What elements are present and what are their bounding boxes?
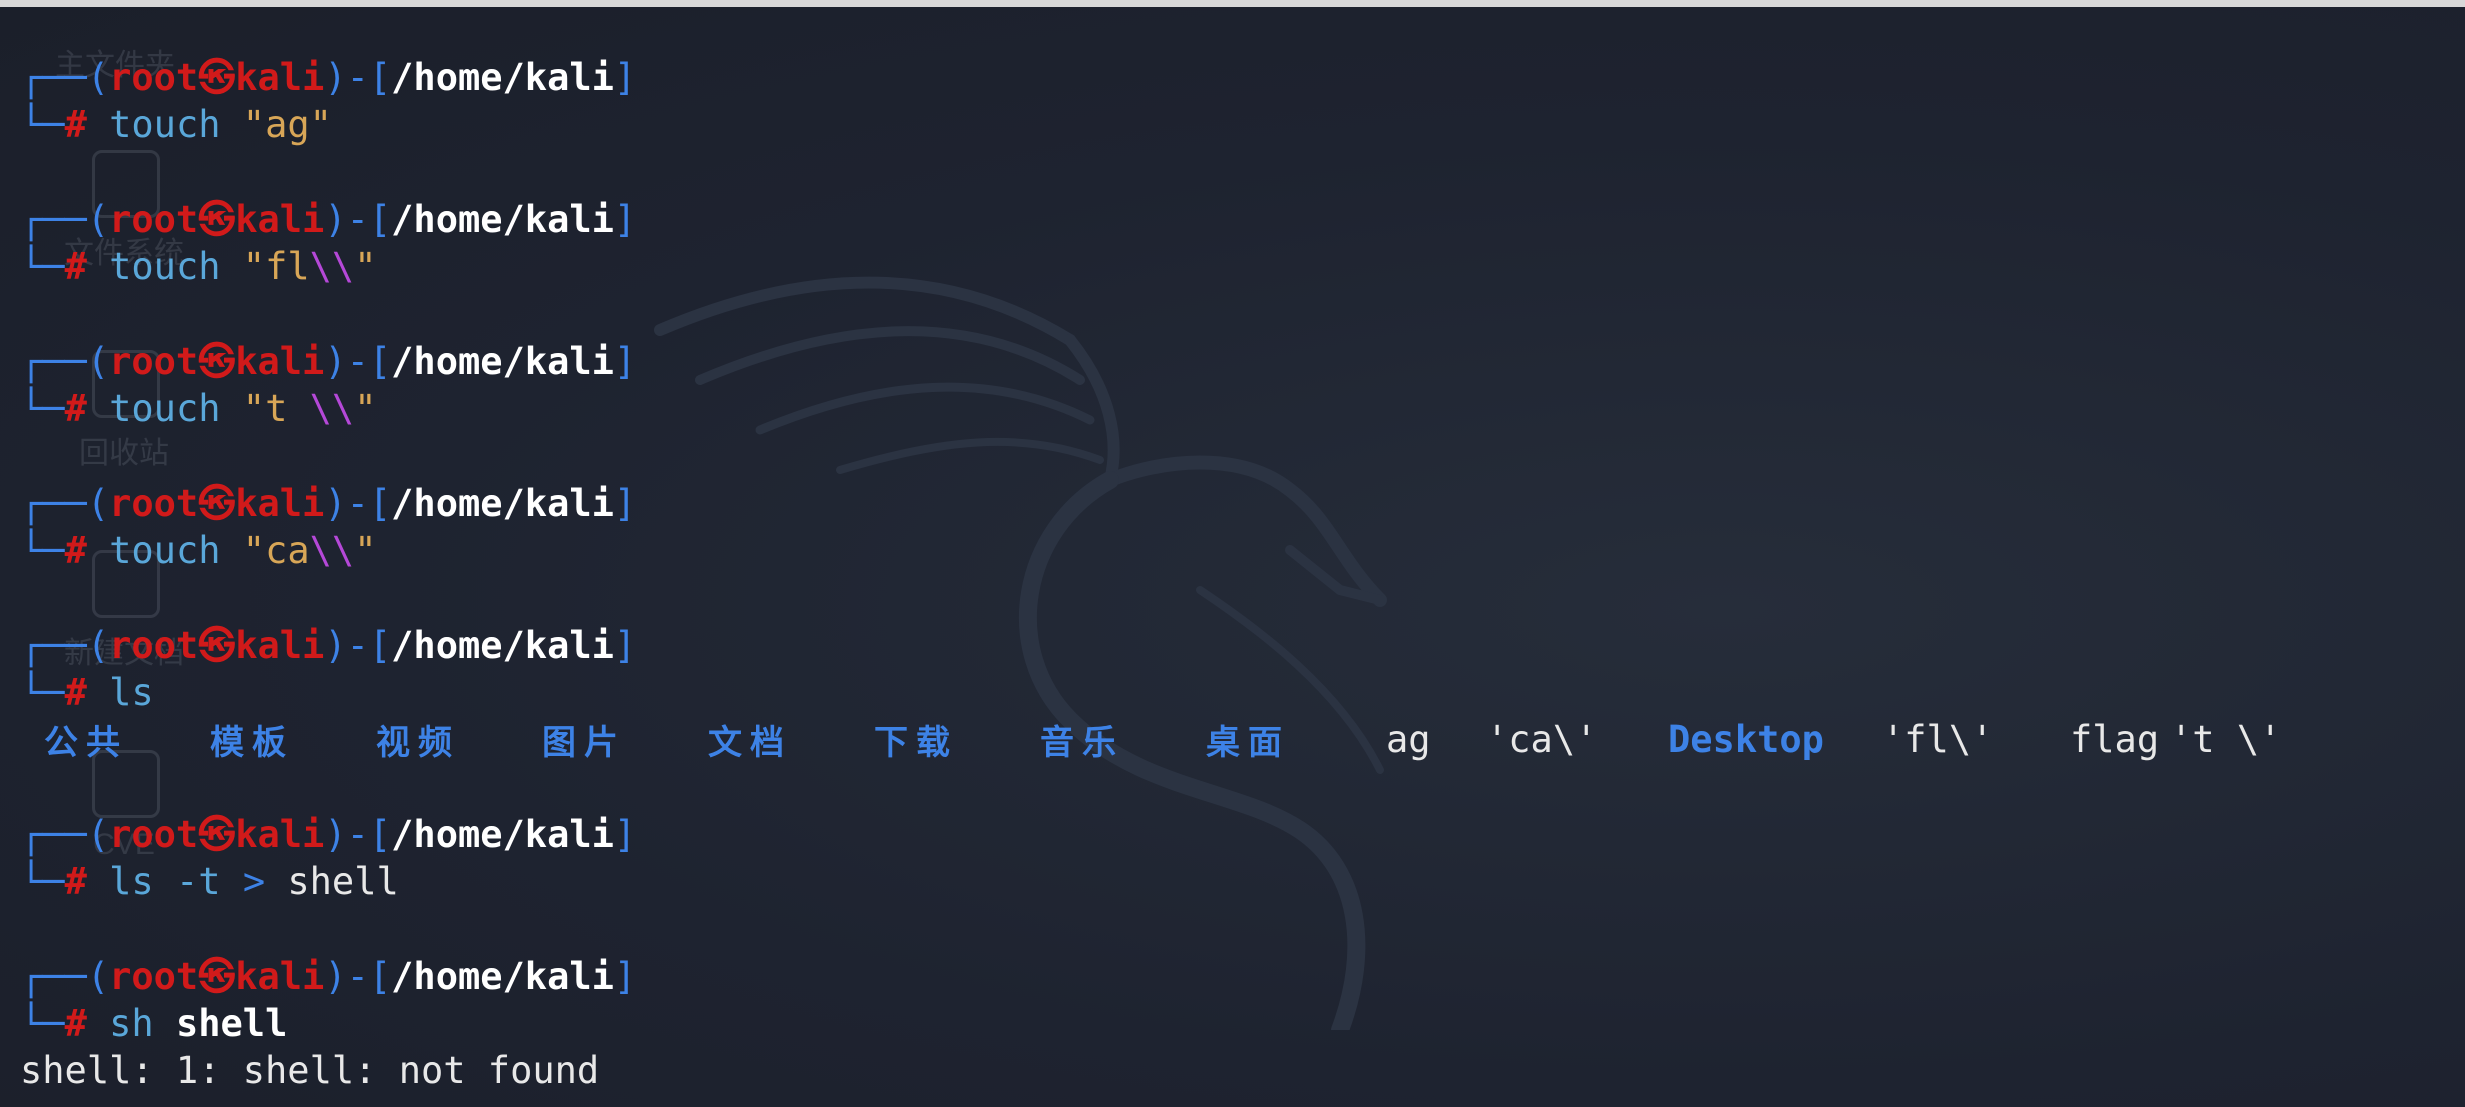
ls-entry: ag — [1386, 718, 1431, 762]
ls-output: 公共 模板 视频 图片 文档 下载 音乐 桌面 ag 'ca\' Desktop… — [44, 716, 2440, 763]
prompt-line: ┌──(root㉿kali)-[/home/kali] — [20, 812, 637, 856]
ls-entry: 桌面 — [1206, 723, 1290, 764]
command-line: └─# touch "fl\\" — [20, 245, 377, 289]
window-top-edge — [0, 0, 2465, 7]
error-output: shell: 1: shell: not found — [20, 1049, 600, 1093]
ls-entry: 文档 — [708, 723, 792, 764]
prompt-line: ┌──(root㉿kali)-[/home/kali] — [20, 197, 637, 241]
prompt-line: ┌──(root㉿kali)-[/home/kali] — [20, 339, 637, 383]
ls-entry: 下载 — [874, 723, 958, 764]
ls-entry: 模板 — [210, 723, 294, 764]
command-line: └─# ls — [20, 670, 154, 714]
command-line: └─# touch "ca\\" — [20, 528, 377, 572]
prompt-line: ┌──(root㉿kali)-[/home/kali] — [20, 623, 637, 667]
ls-entry: 图片 — [542, 723, 626, 764]
ls-entry: Desktop — [1668, 718, 1824, 762]
terminal-output[interactable]: ┌──(root㉿kali)-[/home/kali] └─# touch "a… — [20, 54, 2440, 1095]
command-line: └─# touch "t \\" — [20, 387, 377, 431]
prompt-line: ┌──(root㉿kali)-[/home/kali] — [20, 481, 637, 525]
ls-entry: 't \' — [2170, 718, 2282, 762]
prompt-line: ┌──(root㉿kali)-[/home/kali] — [20, 56, 637, 99]
prompt-line: ┌──(root㉿kali)-[/home/kali] — [20, 954, 637, 998]
command-line: └─# sh shell — [20, 1001, 288, 1045]
ls-entry: flag — [2070, 718, 2160, 762]
ls-entry: 音乐 — [1040, 723, 1124, 764]
ls-entry: 'ca\' — [1486, 718, 1598, 762]
ls-entry: 'fl\' — [1882, 718, 1994, 762]
command-line: └─# ls -t > shell — [20, 860, 399, 904]
ls-entry: 公共 — [44, 723, 128, 764]
command-line: └─# touch "ag" — [20, 103, 332, 147]
ls-entry: 视频 — [376, 723, 460, 764]
